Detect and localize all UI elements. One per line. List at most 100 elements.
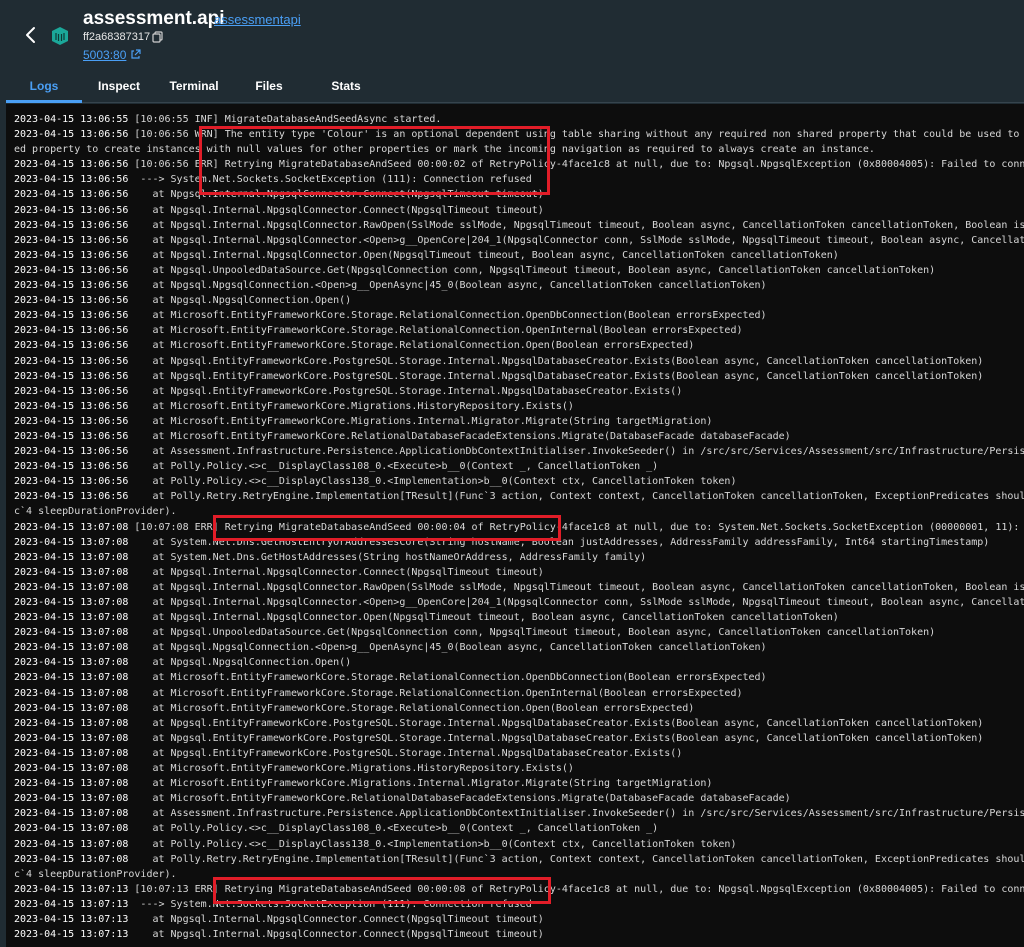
- log-line: 2023-04-15 13:07:08 at Microsoft.EntityF…: [14, 761, 1018, 776]
- log-timestamp: 2023-04-15 13:06:56: [14, 446, 129, 458]
- log-message: at Microsoft.EntityFrameworkCore.Relatio…: [128, 793, 791, 805]
- log-line: 2023-04-15 13:07:08 at Microsoft.EntityF…: [14, 701, 1018, 716]
- log-message: at Npgsql.Internal.NpgsqlConnector.Conne…: [128, 566, 544, 578]
- log-line: 2023-04-15 13:07:08 at System.Net.Dns.Ge…: [14, 535, 1018, 550]
- log-line: 2023-04-15 13:06:56 at Npgsql.Internal.N…: [14, 248, 1018, 263]
- log-line: 2023-04-15 13:06:56 ---> System.Net.Sock…: [14, 172, 1018, 187]
- log-message: at Npgsql.NpgsqlConnection.<Open>g__Open…: [128, 280, 767, 292]
- log-timestamp: 2023-04-15 13:06:55: [14, 114, 129, 125]
- log-message: at Microsoft.EntityFrameworkCore.Storage…: [128, 340, 695, 352]
- log-message: ed property to create instances with nul…: [14, 144, 875, 156]
- log-line: c`4 sleepDurationProvider).: [14, 504, 1018, 519]
- log-timestamp: 2023-04-15 13:07:08: [14, 763, 129, 775]
- tab-logs[interactable]: Logs: [6, 70, 82, 102]
- log-message: [10:07:08 ERR] Retrying MigrateDatabaseA…: [134, 521, 1020, 533]
- log-line: 2023-04-15 13:06:56 at Npgsql.NpgsqlConn…: [14, 293, 1018, 308]
- log-line: 2023-04-15 13:07:08 at Npgsql.NpgsqlConn…: [14, 655, 1018, 670]
- log-timestamp: 2023-04-15 13:06:56: [14, 340, 129, 352]
- log-line: 2023-04-15 13:07:08 at Npgsql.EntityFram…: [14, 731, 1018, 746]
- log-message: at Npgsql.Internal.NpgsqlConnector.Open(…: [128, 249, 839, 261]
- log-message: at System.Net.Dns.GetHostEntryOrAddresse…: [128, 536, 990, 548]
- copy-icon[interactable]: [152, 31, 163, 43]
- log-message: at Npgsql.Internal.NpgsqlConnector.RawOp…: [128, 581, 1024, 593]
- log-timestamp: 2023-04-15 13:07:08: [14, 612, 129, 624]
- log-timestamp: 2023-04-15 13:06:56: [14, 174, 129, 186]
- log-message: at Microsoft.EntityFrameworkCore.Relatio…: [128, 430, 791, 442]
- log-timestamp: 2023-04-15 13:06:56: [14, 355, 129, 367]
- log-message: at Npgsql.EntityFrameworkCore.PostgreSQL…: [128, 385, 683, 397]
- log-message: at Npgsql.Internal.NpgsqlConnector.<Open…: [152, 597, 1024, 608]
- log-timestamp: 2023-04-15 13:06:56: [14, 325, 129, 337]
- log-line: 2023-04-15 13:06:56 at Microsoft.EntityF…: [14, 429, 1018, 444]
- log-message: at Npgsql.EntityFrameworkCore.PostgreSQL…: [128, 732, 984, 744]
- log-line: 2023-04-15 13:06:56 [10:06:56 ERR] Retry…: [14, 157, 1024, 172]
- log-timestamp: 2023-04-15 13:06:56: [14, 370, 129, 382]
- container-title: assessment.api: [83, 8, 225, 29]
- tab-stats[interactable]: Stats: [320, 70, 372, 102]
- log-message: at Polly.Retry.RetryEngine.Implementatio…: [152, 853, 1024, 865]
- log-message: at Npgsql.UnpooledDataSource.Get(NpgsqlC…: [128, 264, 936, 276]
- log-timestamp: 2023-04-15 13:06:56: [14, 234, 129, 246]
- tab-bar: Logs Inspect Terminal Files Stats: [6, 70, 1024, 103]
- image-link[interactable]: assessmentapi: [214, 12, 301, 27]
- log-line: c`4 sleepDurationProvider).: [14, 867, 1018, 882]
- log-line: 2023-04-15 13:06:56 at Npgsql.EntityFram…: [14, 384, 1018, 399]
- log-timestamp: 2023-04-15 13:06:56: [14, 415, 129, 427]
- log-timestamp: 2023-04-15 13:07:08: [14, 808, 129, 820]
- log-line: 2023-04-15 13:06:55 [10:06:55 INF] Migra…: [14, 112, 1018, 127]
- log-timestamp: 2023-04-15 13:07:08: [14, 778, 129, 790]
- log-timestamp: 2023-04-15 13:07:08: [14, 566, 129, 578]
- log-line: 2023-04-15 13:07:08 at Polly.Policy.<>c_…: [14, 821, 1018, 836]
- external-link-icon[interactable]: [130, 49, 141, 60]
- log-timestamp: 2023-04-15 13:07:08: [14, 627, 129, 639]
- log-message: at Npgsql.UnpooledDataSource.Get(NpgsqlC…: [128, 627, 936, 639]
- tab-terminal[interactable]: Terminal: [162, 70, 226, 102]
- log-timestamp: 2023-04-15 13:07:08: [14, 687, 129, 699]
- log-timestamp: 2023-04-15 13:07:08: [14, 521, 129, 533]
- log-timestamp: 2023-04-15 13:07:13: [14, 883, 129, 895]
- log-timestamp: 2023-04-15 13:07:08: [14, 672, 129, 684]
- log-line: 2023-04-15 13:07:13 at Npgsql.Internal.N…: [14, 912, 1018, 927]
- log-timestamp: 2023-04-15 13:06:56: [14, 264, 129, 276]
- log-line: 2023-04-15 13:07:08 at Npgsql.Internal.N…: [14, 595, 1024, 610]
- log-message: ---> System.Net.Sockets.SocketException …: [128, 898, 532, 910]
- log-line: 2023-04-15 13:07:13 ---> System.Net.Sock…: [14, 897, 1018, 912]
- container-id: ff2a68387317: [83, 31, 151, 43]
- log-lines: 2023-04-15 13:06:55 [10:06:55 INF] Migra…: [14, 112, 1024, 942]
- log-message: at Microsoft.EntityFrameworkCore.Migrati…: [128, 778, 713, 790]
- log-message: at Npgsql.EntityFrameworkCore.PostgreSQL…: [128, 717, 984, 729]
- log-message: [10:06:55 INF] MigrateDatabaseAndSeedAsy…: [128, 114, 442, 125]
- log-viewer[interactable]: 2023-04-15 13:06:55 [10:06:55 INF] Migra…: [6, 104, 1024, 947]
- tab-inspect[interactable]: Inspect: [88, 70, 150, 102]
- log-message: at Microsoft.EntityFrameworkCore.Migrati…: [128, 415, 713, 427]
- log-line: 2023-04-15 13:06:56 at Npgsql.EntityFram…: [14, 369, 1018, 384]
- log-message: at Polly.Policy.<>c__DisplayClass108_0.<…: [128, 461, 659, 473]
- log-timestamp: 2023-04-15 13:07:08: [14, 732, 129, 744]
- log-timestamp: 2023-04-15 13:06:56: [14, 385, 129, 397]
- log-line: 2023-04-15 13:07:08 at Microsoft.EntityF…: [14, 670, 1018, 685]
- log-timestamp: 2023-04-15 13:07:08: [14, 717, 129, 729]
- log-message: at Npgsql.NpgsqlConnection.<Open>g__Open…: [128, 642, 767, 654]
- log-message: at Microsoft.EntityFrameworkCore.Storage…: [128, 702, 695, 714]
- log-line: 2023-04-15 13:06:56 at Microsoft.EntityF…: [14, 338, 1018, 353]
- container-header: assessment.api assessmentapi ff2a6838731…: [0, 0, 1024, 70]
- log-line: 2023-04-15 13:06:56 at Microsoft.EntityF…: [14, 308, 1018, 323]
- log-line: 2023-04-15 13:07:13 at Npgsql.Internal.N…: [14, 927, 1018, 942]
- log-line: 2023-04-15 13:06:56 at Npgsql.Internal.N…: [14, 187, 1018, 202]
- log-line: 2023-04-15 13:07:08 at Npgsql.Internal.N…: [14, 580, 1024, 595]
- chevron-left-icon[interactable]: [20, 24, 42, 46]
- log-message: at Npgsql.Internal.NpgsqlConnector.Conne…: [128, 189, 544, 201]
- log-timestamp: 2023-04-15 13:07:08: [14, 536, 129, 548]
- log-line: 2023-04-15 13:07:08 at Polly.Retry.Retry…: [14, 852, 1024, 867]
- log-message: at Npgsql.Internal.NpgsqlConnector.Conne…: [128, 913, 544, 925]
- tab-files[interactable]: Files: [244, 70, 294, 102]
- log-line: 2023-04-15 13:06:56 at Npgsql.Internal.N…: [14, 218, 1024, 233]
- log-message: at Microsoft.EntityFrameworkCore.Storage…: [128, 310, 767, 322]
- port-link[interactable]: 5003:80: [83, 48, 126, 62]
- log-message: [10:06:56 WRN] The entity type 'Colour' …: [134, 129, 1020, 141]
- log-line: 2023-04-15 13:07:08 at Npgsql.Internal.N…: [14, 610, 1018, 625]
- chevron-left-icon-glyph: [26, 27, 35, 43]
- log-line: 2023-04-15 13:07:08 [10:07:08 ERR] Retry…: [14, 520, 1019, 535]
- log-line: 2023-04-15 13:07:08 at Microsoft.EntityF…: [14, 686, 1018, 701]
- log-message: at Microsoft.EntityFrameworkCore.Storage…: [128, 672, 767, 684]
